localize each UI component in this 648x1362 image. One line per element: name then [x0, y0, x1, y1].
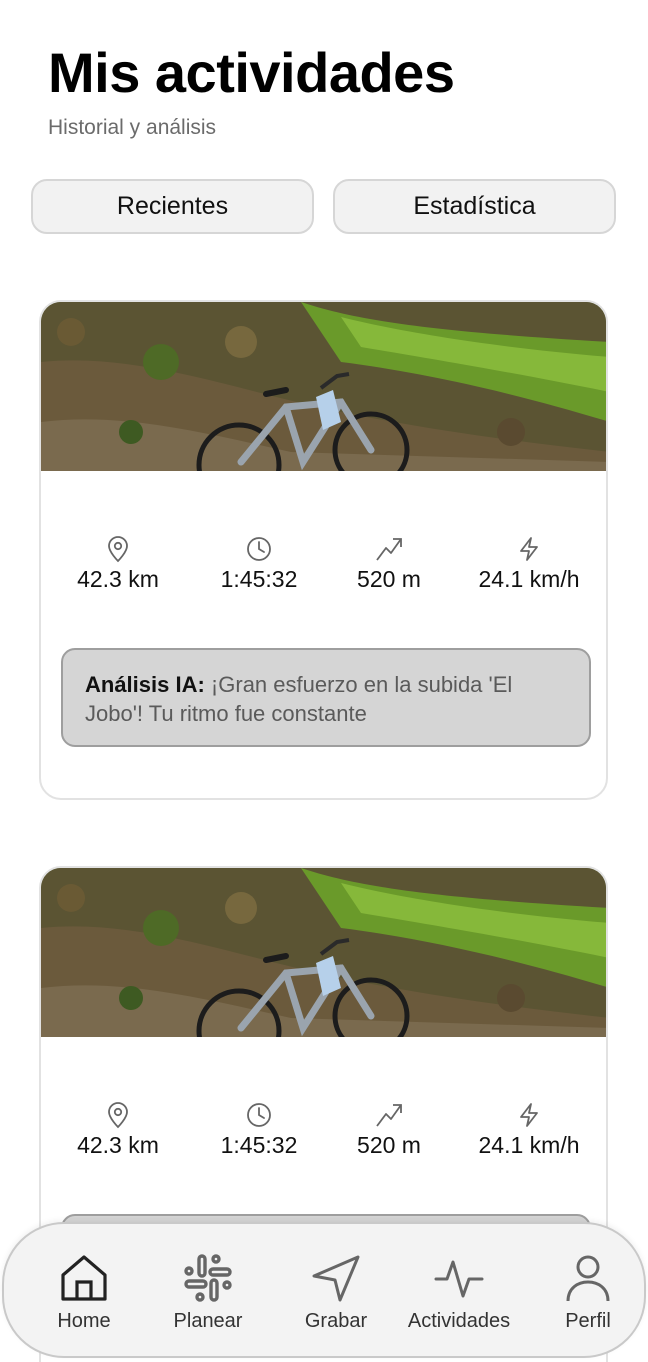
distance-value: 42.3 km: [77, 566, 159, 592]
stat-distance: 42.3 km: [48, 534, 188, 593]
nav-grabar-label: Grabar: [304, 1310, 368, 1332]
activity-photo: [41, 868, 606, 1037]
activity-stats: 42.3 km 1:45:32 520 m 24.1 km/h: [41, 1100, 606, 1170]
clock-icon: [247, 1103, 271, 1127]
nav-perfil[interactable]: Perfil: [523, 1252, 648, 1333]
page-subtitle: Historial y análisis: [48, 116, 217, 139]
nav-actividades[interactable]: Actividades: [394, 1252, 524, 1333]
tab-bar: Recientes Estadística: [31, 179, 616, 234]
stat-duration: 1:45:32: [189, 534, 329, 593]
activity-pulse-icon: [434, 1260, 484, 1298]
speed-value: 24.1 km/h: [478, 566, 580, 592]
ai-analysis-label: Análisis IA:: [85, 672, 205, 697]
speed-value: 24.1 km/h: [478, 1132, 580, 1158]
nav-home[interactable]: Home: [19, 1252, 149, 1333]
nav-grabar[interactable]: Grabar: [271, 1252, 401, 1333]
activity-photo: [41, 302, 606, 471]
location-pin-icon: [108, 536, 128, 563]
lightning-icon: [520, 537, 538, 561]
trending-up-icon: [376, 1104, 402, 1127]
activity-card[interactable]: 42.3 km 1:45:32 520 m 24.: [39, 300, 608, 800]
stat-speed: 24.1 km/h: [459, 534, 599, 593]
stat-speed: 24.1 km/h: [459, 1100, 599, 1159]
nav-actividades-label: Actividades: [407, 1310, 511, 1332]
user-icon: [566, 1255, 610, 1302]
tab-estadistica[interactable]: Estadística: [333, 179, 616, 234]
clock-icon: [247, 537, 271, 561]
stat-distance: 42.3 km: [48, 1100, 188, 1159]
location-pin-icon: [108, 1102, 128, 1129]
page-title: Mis actividades: [48, 41, 455, 104]
duration-value: 1:45:32: [220, 1132, 298, 1158]
stat-elevation: 520 m: [319, 534, 459, 593]
stat-duration: 1:45:32: [189, 1100, 329, 1159]
nav-planear[interactable]: Planear: [143, 1252, 273, 1333]
nav-planear-label: Planear: [173, 1310, 243, 1332]
nav-perfil-label: Perfil: [565, 1310, 611, 1332]
elevation-value: 520 m: [357, 1132, 421, 1158]
stat-elevation: 520 m: [319, 1100, 459, 1159]
activity-stats: 42.3 km 1:45:32 520 m 24.1 km/h: [41, 534, 606, 604]
bottom-nav: Home Planear Grabar Actividades Perfil: [2, 1222, 646, 1358]
nav-home-label: Home: [57, 1310, 111, 1332]
tab-recientes[interactable]: Recientes: [31, 179, 314, 234]
hashtag-icon: [184, 1254, 232, 1302]
activities-screen: Mis actividades Historial y análisis Rec…: [0, 0, 648, 1362]
ai-analysis-box: Análisis IA: ¡Gran esfuerzo en la subida…: [61, 648, 591, 747]
navigation-arrow-icon: [312, 1255, 360, 1302]
trending-up-icon: [376, 538, 402, 561]
distance-value: 42.3 km: [77, 1132, 159, 1158]
elevation-value: 520 m: [357, 566, 421, 592]
duration-value: 1:45:32: [220, 566, 298, 592]
lightning-icon: [520, 1103, 538, 1127]
home-icon: [61, 1255, 107, 1301]
